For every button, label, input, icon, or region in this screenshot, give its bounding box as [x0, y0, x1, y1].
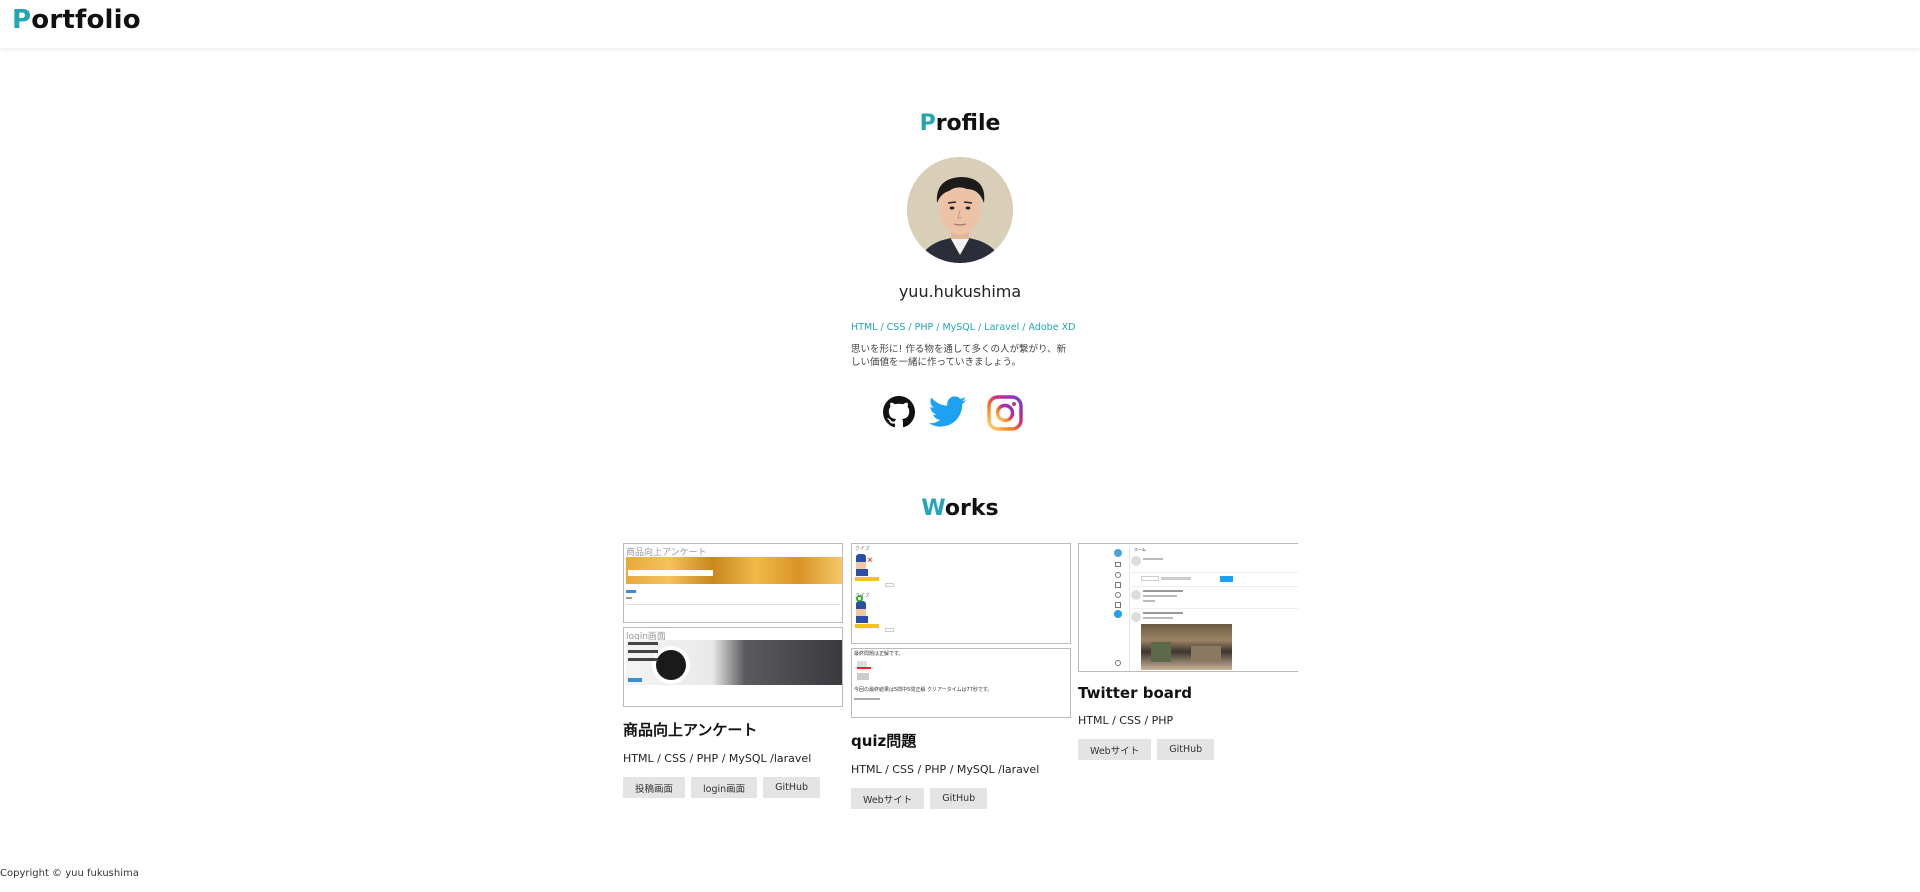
thumb-banner-oranges — [626, 557, 842, 584]
work-buttons: 投稿画面 login画面 GitHub — [623, 777, 843, 798]
work-buttons: Webサイト GitHub — [1078, 739, 1298, 760]
work-buttons: Webサイト GitHub — [851, 788, 1071, 809]
website-button[interactable]: Webサイト — [851, 788, 925, 809]
work-thumbnail-twitter-board[interactable]: ホーム — [1078, 543, 1298, 672]
github-button[interactable]: GitHub — [1157, 739, 1215, 760]
work-thumbnail-quiz-questions[interactable]: クイズ × クイズ — [851, 543, 1071, 644]
profile-name: yuu.hukushima — [898, 282, 1022, 301]
github-icon[interactable] — [883, 396, 915, 432]
github-button[interactable]: GitHub — [930, 788, 988, 809]
work-card-survey: 商品向上アンケート login画面 商品向上アンケート HTML / CSS /… — [623, 543, 843, 798]
work-title: Twitter board — [1078, 684, 1193, 702]
works-title-initial: W — [921, 496, 945, 521]
work-title: quiz問題 — [851, 732, 917, 750]
profile-skills: HTML / CSS / PHP / MySQL / Laravel / Ado… — [851, 322, 1076, 333]
avatar — [907, 157, 1013, 263]
profile-section-title: Profile — [0, 111, 1920, 136]
profile-bio: 思いを形に! 作る物を通して多くの人が繋がり、新しい価値を一緒に作っていきましょ… — [851, 344, 1067, 368]
profile-title-text: rofile — [935, 111, 1001, 136]
works-title-text: orks — [944, 496, 999, 521]
profile-title-initial: P — [919, 111, 936, 136]
github-button[interactable]: GitHub — [763, 777, 821, 798]
works-section-title: Works — [0, 496, 1920, 521]
thumb-label: 今回の最終結果は5問中5問正解 クリアータイムは77秒です。 — [854, 687, 993, 693]
twitter-icon[interactable] — [928, 396, 967, 432]
thumb-label: 最終問題は正解です。 — [854, 651, 904, 657]
work-card-quiz: クイズ × クイズ 最終問題は正解です。 今回の最終結果は5問中5問正解 クリア… — [851, 543, 1071, 809]
footer-copyright: Copyright © yuu fukushima — [0, 868, 139, 879]
logo-text: ortfolio — [31, 5, 141, 35]
thumb-photo-room — [1141, 624, 1232, 670]
work-tech: HTML / CSS / PHP / MySQL /laravel — [851, 763, 1040, 776]
work-tech: HTML / CSS / PHP — [1078, 714, 1174, 727]
work-title: 商品向上アンケート — [623, 721, 758, 739]
work-tech: HTML / CSS / PHP / MySQL /laravel — [623, 752, 812, 765]
thumb-banner-desk — [626, 640, 842, 685]
instagram-icon[interactable] — [986, 394, 1024, 436]
avatar-portrait — [907, 157, 1013, 263]
work-thumbnail-quiz-result[interactable]: 最終問題は正解です。 今回の最終結果は5問中5問正解 クリアータイムは77秒です… — [851, 648, 1071, 718]
work-thumbnail-survey[interactable]: 商品向上アンケート — [623, 543, 843, 623]
site-logo[interactable]: Portfolio — [12, 5, 141, 35]
post-screen-button[interactable]: 投稿画面 — [623, 777, 686, 798]
work-thumbnail-login[interactable]: login画面 — [623, 627, 843, 707]
login-screen-button[interactable]: login画面 — [691, 777, 758, 798]
site-header: Portfolio — [0, 0, 1920, 48]
website-button[interactable]: Webサイト — [1078, 739, 1152, 760]
work-card-twitter-board: ホーム Twitter board HTML / CSS / PHP Webサイ… — [1078, 543, 1298, 760]
logo-initial: P — [12, 5, 32, 35]
